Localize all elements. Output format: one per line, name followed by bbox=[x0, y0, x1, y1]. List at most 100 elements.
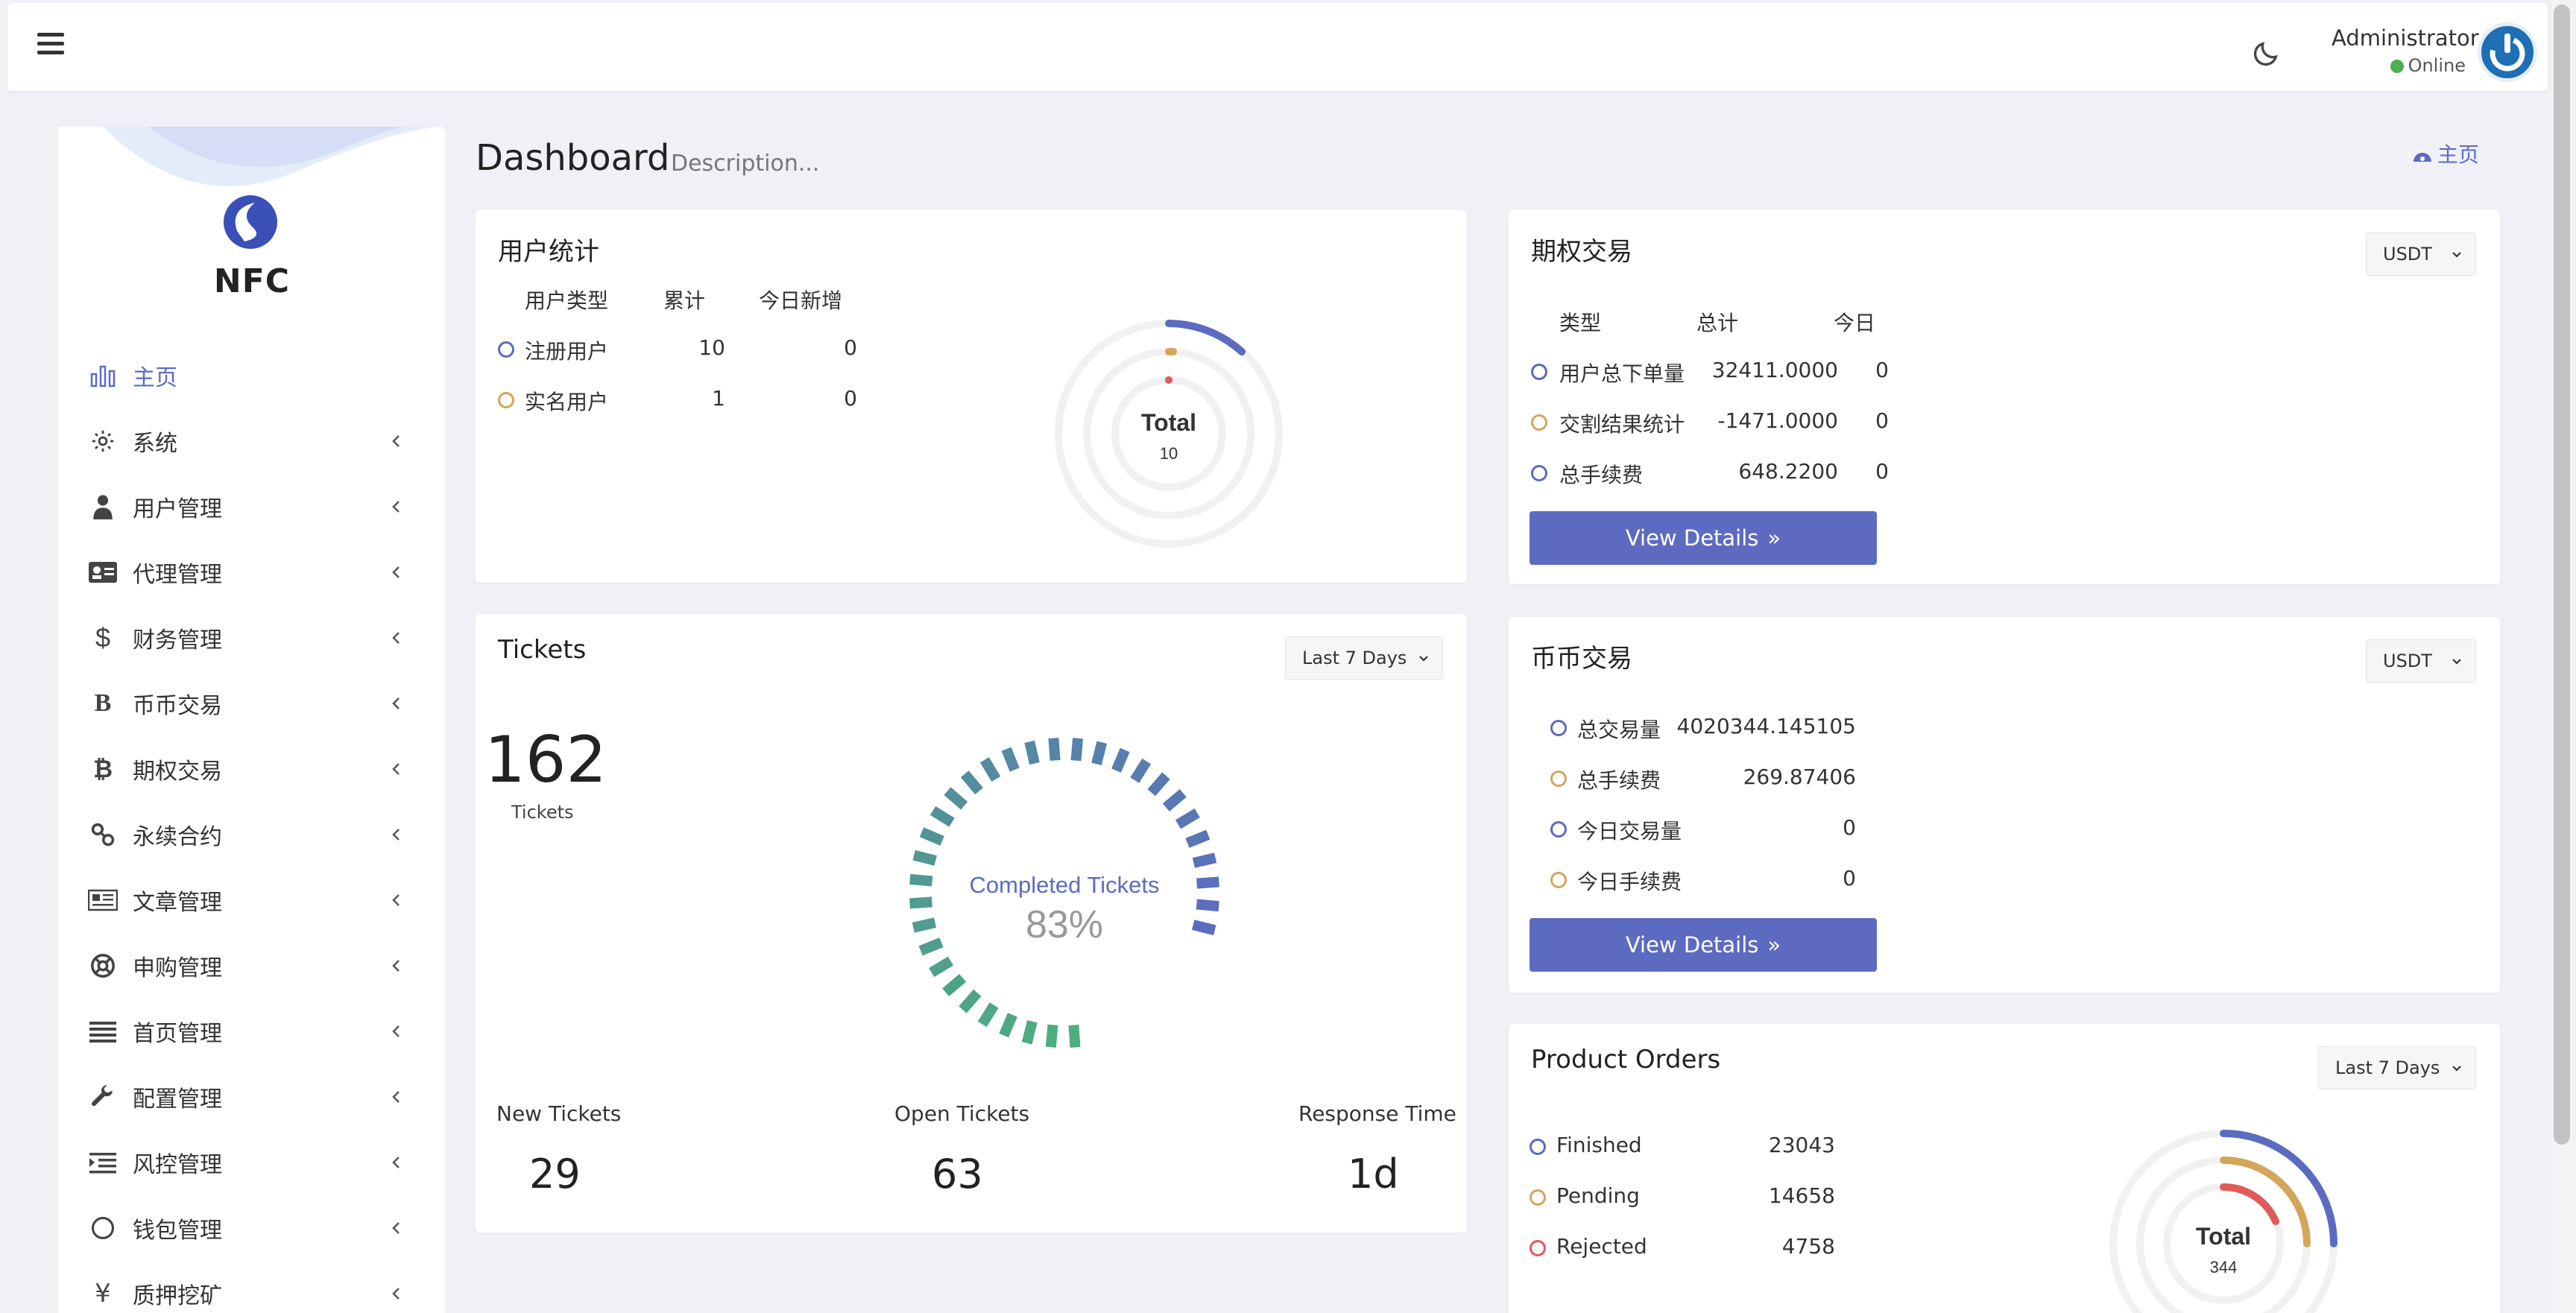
legend-dot-icon bbox=[1550, 821, 1567, 838]
stat-label: New Tickets bbox=[496, 1101, 622, 1126]
currency-select[interactable]: USDT bbox=[2366, 232, 2476, 276]
sidebar-item-label: 配置管理 bbox=[133, 1086, 222, 1113]
sidebar-item[interactable]: 用户管理 bbox=[58, 474, 446, 540]
legend-dot-icon bbox=[1550, 771, 1567, 787]
chevron-left-icon bbox=[392, 501, 400, 513]
gauge-segment bbox=[1185, 829, 1210, 848]
currency-select[interactable]: USDT bbox=[2366, 639, 2476, 683]
row-value: 0 bbox=[1843, 866, 1856, 890]
col-header: 总计 bbox=[1696, 311, 1739, 335]
col-header: 类型 bbox=[1559, 311, 1602, 335]
page-title: Dashboard bbox=[476, 137, 670, 179]
gauge-segment bbox=[1021, 1020, 1038, 1045]
sidebar-item[interactable]: ¥ 质押挖矿 bbox=[58, 1261, 446, 1313]
view-details-button[interactable]: View Details» bbox=[1530, 511, 1877, 565]
spot-table: 总交易量 4020344.145105 总手续费 269.87406 今日交易量 0 今日手… bbox=[1550, 714, 1968, 923]
scrollbar-thumb[interactable] bbox=[2554, 4, 2570, 1145]
chevron-left-icon bbox=[392, 1288, 400, 1300]
chevron-left-icon bbox=[392, 960, 400, 972]
gauge-segment bbox=[1192, 920, 1216, 936]
sidebar-item-label: 主页 bbox=[133, 365, 177, 391]
sidebar-item-label: 质押挖矿 bbox=[133, 1283, 222, 1309]
legend-dot-icon bbox=[1550, 872, 1567, 888]
legend-dot-icon bbox=[1530, 1189, 1546, 1206]
sidebar-item-label: 系统 bbox=[133, 431, 177, 457]
online-dot-icon bbox=[2390, 60, 2404, 73]
options-trading-card: 期权交易 USDT 类型 总计 今日 用户总下单量 32411.0000 0 交割结果… bbox=[1509, 210, 2500, 584]
bar-chart-icon bbox=[88, 361, 118, 390]
sidebar-item[interactable]: 风控管理 bbox=[58, 1130, 446, 1195]
sidebar-menu: 主页系统用户管理代理管理 $ 财务管理 B 币币交易 ₿ 期权交易永续合约文章管理申购管理首… bbox=[58, 343, 446, 1313]
row-value: 14658 bbox=[1768, 1183, 1835, 1208]
hamburger-menu-icon[interactable] bbox=[37, 33, 64, 57]
card-title: Tickets bbox=[498, 635, 587, 665]
sidebar-item-label: 首页管理 bbox=[133, 1021, 222, 1047]
sidebar-item[interactable]: 主页 bbox=[58, 343, 446, 408]
sidebar-item[interactable]: 代理管理 bbox=[58, 540, 446, 605]
sidebar-item-label: 永续合约 bbox=[133, 824, 222, 850]
sidebar-item[interactable]: 配置管理 bbox=[58, 1064, 446, 1130]
avatar[interactable] bbox=[2478, 22, 2537, 82]
sidebar-item-label: 风控管理 bbox=[133, 1152, 222, 1178]
bitcoin-icon: ₿ bbox=[92, 755, 113, 783]
gauge-segment bbox=[1196, 876, 1219, 889]
gauge-segment bbox=[1175, 808, 1200, 829]
sidebar-item[interactable]: 申购管理 bbox=[58, 933, 446, 999]
stat-label: Response Time bbox=[1298, 1101, 1456, 1126]
row-value: 4020344.145105 bbox=[1676, 714, 1857, 738]
link-icon bbox=[88, 820, 118, 850]
sidebar-item[interactable]: 系统 bbox=[58, 408, 446, 474]
sidebar-item[interactable]: 文章管理 bbox=[58, 867, 446, 933]
page-subtitle: Description... bbox=[671, 151, 820, 177]
gauge-segment bbox=[977, 1002, 999, 1028]
gauge-segment bbox=[918, 937, 944, 956]
list-icon bbox=[88, 1016, 118, 1046]
gauge-segment bbox=[1024, 740, 1040, 765]
wrench-icon bbox=[88, 1082, 118, 1112]
chevron-left-icon bbox=[392, 632, 400, 644]
sidebar-item-label: 用户管理 bbox=[133, 496, 222, 522]
stat-label: Open Tickets bbox=[894, 1101, 1030, 1126]
gauge-segment bbox=[959, 989, 982, 1013]
range-select[interactable]: Last 7 Days bbox=[2318, 1046, 2476, 1089]
sidebar-item-label: 申购管理 bbox=[133, 955, 222, 981]
sidebar-item[interactable]: 首页管理 bbox=[58, 999, 446, 1064]
gauge-segment bbox=[1045, 1024, 1058, 1048]
sidebar-item[interactable]: 永续合约 bbox=[58, 802, 446, 867]
sidebar-item-label: 代理管理 bbox=[133, 562, 222, 588]
gauge-segment bbox=[929, 806, 955, 827]
donut-value: 10 bbox=[1160, 444, 1178, 463]
dark-mode-moon-icon[interactable] bbox=[2251, 39, 2281, 69]
sidebar-item[interactable]: $ 财务管理 bbox=[58, 605, 446, 671]
breadcrumb[interactable]: 主页 bbox=[2412, 139, 2479, 168]
gauge-segment bbox=[929, 956, 954, 978]
sidebar-item[interactable]: 钱包管理 bbox=[58, 1195, 446, 1261]
gauge-segment bbox=[979, 757, 1001, 782]
gauge-segment bbox=[1068, 1025, 1081, 1048]
power-icon bbox=[2490, 34, 2525, 72]
gauge-segment bbox=[1162, 788, 1187, 811]
sidebar-item[interactable]: B 币币交易 bbox=[58, 671, 446, 736]
user-status: Online bbox=[2332, 55, 2466, 76]
gauge-segment bbox=[999, 1013, 1017, 1038]
sidebar-item[interactable]: ₿ 期权交易 bbox=[58, 736, 446, 802]
gauge-segment bbox=[1048, 738, 1061, 761]
chevron-down-icon bbox=[1419, 656, 1428, 662]
completed-tickets-gauge: Completed Tickets 83% bbox=[909, 738, 1219, 1048]
gauge-segment bbox=[1147, 772, 1170, 797]
user-info[interactable]: Administrator Online bbox=[2332, 25, 2479, 76]
donut-value: 344 bbox=[2210, 1258, 2238, 1276]
chevron-left-icon bbox=[392, 566, 400, 578]
legend-dot-icon bbox=[1531, 465, 1547, 481]
range-select[interactable]: Last 7 Days bbox=[1285, 636, 1443, 680]
newspaper-icon bbox=[88, 885, 118, 915]
stat-value: 29 bbox=[529, 1151, 581, 1197]
life-ring-icon bbox=[88, 951, 118, 981]
stat-value: 63 bbox=[932, 1151, 983, 1197]
row-today: 0 bbox=[844, 386, 857, 411]
row-value: 23043 bbox=[1768, 1133, 1835, 1157]
gauge-segment bbox=[1091, 741, 1108, 765]
indent-icon bbox=[88, 1148, 118, 1177]
chevron-left-icon bbox=[392, 1157, 400, 1168]
view-details-button[interactable]: View Details» bbox=[1530, 918, 1877, 972]
